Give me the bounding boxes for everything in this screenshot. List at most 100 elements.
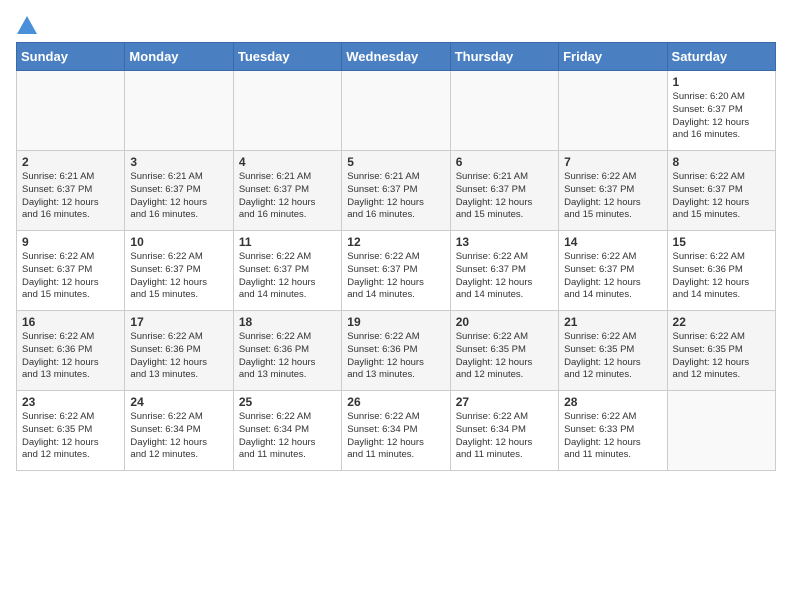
- calendar-cell: [17, 71, 125, 151]
- day-info: Sunrise: 6:22 AM Sunset: 6:36 PM Dayligh…: [347, 331, 444, 382]
- day-header-monday: Monday: [125, 43, 233, 71]
- day-info: Sunrise: 6:21 AM Sunset: 6:37 PM Dayligh…: [347, 171, 444, 222]
- day-number: 1: [673, 75, 770, 89]
- calendar-cell: 7 Sunrise: 6:22 AM Sunset: 6:37 PM Daylig…: [559, 151, 667, 231]
- day-number: 21: [564, 315, 661, 329]
- calendar-cell: 5 Sunrise: 6:21 AM Sunset: 6:37 PM Daylig…: [342, 151, 450, 231]
- day-info: Sunrise: 6:22 AM Sunset: 6:35 PM Dayligh…: [673, 331, 770, 382]
- day-info: Sunrise: 6:22 AM Sunset: 6:37 PM Dayligh…: [130, 251, 227, 302]
- day-info: Sunrise: 6:22 AM Sunset: 6:34 PM Dayligh…: [347, 411, 444, 462]
- day-number: 8: [673, 155, 770, 169]
- day-number: 15: [673, 235, 770, 249]
- calendar-cell: 22 Sunrise: 6:22 AM Sunset: 6:35 PM Dayli…: [667, 311, 775, 391]
- calendar-cell: 16 Sunrise: 6:22 AM Sunset: 6:36 PM Dayli…: [17, 311, 125, 391]
- day-header-thursday: Thursday: [450, 43, 558, 71]
- calendar-cell: 17 Sunrise: 6:22 AM Sunset: 6:36 PM Dayli…: [125, 311, 233, 391]
- day-number: 2: [22, 155, 119, 169]
- calendar-cell: 15Sunrise: 6:22 AM Sunset: 6:36 PM Dayli…: [667, 231, 775, 311]
- day-info: Sunrise: 6:22 AM Sunset: 6:37 PM Dayligh…: [347, 251, 444, 302]
- day-info: Sunrise: 6:22 AM Sunset: 6:37 PM Dayligh…: [239, 251, 336, 302]
- day-number: 11: [239, 235, 336, 249]
- calendar-cell: 2 Sunrise: 6:21 AM Sunset: 6:37 PM Daylig…: [17, 151, 125, 231]
- day-info: Sunrise: 6:22 AM Sunset: 6:35 PM Dayligh…: [22, 411, 119, 462]
- logo: [16, 16, 42, 34]
- calendar-week-2: 2 Sunrise: 6:21 AM Sunset: 6:37 PM Daylig…: [17, 151, 776, 231]
- calendar-cell: [342, 71, 450, 151]
- day-number: 5: [347, 155, 444, 169]
- calendar-cell: 1 Sunrise: 6:20 AM Sunset: 6:37 PM Daylig…: [667, 71, 775, 151]
- calendar-week-5: 23 Sunrise: 6:22 AM Sunset: 6:35 PM Dayli…: [17, 391, 776, 471]
- calendar-cell: 14 Sunrise: 6:22 AM Sunset: 6:37 PM Dayli…: [559, 231, 667, 311]
- day-info: Sunrise: 6:21 AM Sunset: 6:37 PM Dayligh…: [22, 171, 119, 222]
- day-info: Sunrise: 6:22 AM Sunset: 6:35 PM Dayligh…: [564, 331, 661, 382]
- calendar-cell: 12 Sunrise: 6:22 AM Sunset: 6:37 PM Dayli…: [342, 231, 450, 311]
- day-header-sunday: Sunday: [17, 43, 125, 71]
- calendar-cell: 28 Sunrise: 6:22 AM Sunset: 6:33 PM Dayli…: [559, 391, 667, 471]
- calendar-cell: 4 Sunrise: 6:21 AM Sunset: 6:37 PM Daylig…: [233, 151, 341, 231]
- day-info: Sunrise: 6:22 AM Sunset: 6:33 PM Dayligh…: [564, 411, 661, 462]
- calendar-week-4: 16 Sunrise: 6:22 AM Sunset: 6:36 PM Dayli…: [17, 311, 776, 391]
- day-number: 10: [130, 235, 227, 249]
- day-number: 16: [22, 315, 119, 329]
- day-number: 28: [564, 395, 661, 409]
- calendar-cell: 24 Sunrise: 6:22 AM Sunset: 6:34 PM Dayli…: [125, 391, 233, 471]
- day-info: Sunrise: 6:22 AM Sunset: 6:34 PM Dayligh…: [130, 411, 227, 462]
- day-number: 25: [239, 395, 336, 409]
- day-header-wednesday: Wednesday: [342, 43, 450, 71]
- day-info: Sunrise: 6:21 AM Sunset: 6:37 PM Dayligh…: [456, 171, 553, 222]
- calendar-cell: 18 Sunrise: 6:22 AM Sunset: 6:36 PM Dayli…: [233, 311, 341, 391]
- calendar-cell: 19Sunrise: 6:22 AM Sunset: 6:36 PM Dayli…: [342, 311, 450, 391]
- day-number: 12: [347, 235, 444, 249]
- day-number: 20: [456, 315, 553, 329]
- day-info: Sunrise: 6:22 AM Sunset: 6:37 PM Dayligh…: [456, 251, 553, 302]
- calendar-cell: [233, 71, 341, 151]
- day-header-saturday: Saturday: [667, 43, 775, 71]
- day-number: 3: [130, 155, 227, 169]
- day-number: 4: [239, 155, 336, 169]
- day-number: 27: [456, 395, 553, 409]
- day-info: Sunrise: 6:20 AM Sunset: 6:37 PM Dayligh…: [673, 91, 770, 142]
- calendar-cell: 10 Sunrise: 6:22 AM Sunset: 6:37 PM Dayli…: [125, 231, 233, 311]
- day-number: 22: [673, 315, 770, 329]
- day-header-friday: Friday: [559, 43, 667, 71]
- calendar-cell: 13 Sunrise: 6:22 AM Sunset: 6:37 PM Dayli…: [450, 231, 558, 311]
- day-info: Sunrise: 6:22 AM Sunset: 6:37 PM Dayligh…: [564, 251, 661, 302]
- day-number: 17: [130, 315, 227, 329]
- day-number: 24: [130, 395, 227, 409]
- calendar-cell: [450, 71, 558, 151]
- calendar-cell: 9Sunrise: 6:22 AM Sunset: 6:37 PM Daylig…: [17, 231, 125, 311]
- day-info: Sunrise: 6:22 AM Sunset: 6:36 PM Dayligh…: [239, 331, 336, 382]
- day-number: 14: [564, 235, 661, 249]
- day-info: Sunrise: 6:21 AM Sunset: 6:37 PM Dayligh…: [130, 171, 227, 222]
- calendar-cell: 21 Sunrise: 6:22 AM Sunset: 6:35 PM Dayli…: [559, 311, 667, 391]
- calendar-cell: 25 Sunrise: 6:22 AM Sunset: 6:34 PM Dayli…: [233, 391, 341, 471]
- calendar-week-3: 9 Sunrise: 6:22 AM Sunset: 6:37 PM Daylig…: [17, 231, 776, 311]
- day-info: Sunrise: 6:21 AM Sunset: 6:37 PM Dayligh…: [239, 171, 336, 222]
- calendar-week-1: 1 Sunrise: 6:20 AM Sunset: 6:37 PM Daylig…: [17, 71, 776, 151]
- calendar-cell: 11 Sunrise: 6:22 AM Sunset: 6:37 PM Dayli…: [233, 231, 341, 311]
- day-number: 18: [239, 315, 336, 329]
- day-info: Sunrise: 6:22 AM Sunset: 6:34 PM Dayligh…: [239, 411, 336, 462]
- day-number: 9: [22, 235, 119, 249]
- day-info: Sunrise: 6:22 AM Sunset: 6:36 PM Dayligh…: [22, 331, 119, 382]
- calendar-cell: 8 Sunrise: 6:22 AM Sunset: 6:37 PM Daylig…: [667, 151, 775, 231]
- day-number: 23: [22, 395, 119, 409]
- day-info: Sunrise: 6:22 AM Sunset: 6:37 PM Dayligh…: [564, 171, 661, 222]
- calendar-cell: 6 Sunrise: 6:21 AM Sunset: 6:37 PM Daylig…: [450, 151, 558, 231]
- calendar-cell: [559, 71, 667, 151]
- day-number: 26: [347, 395, 444, 409]
- day-number: 6: [456, 155, 553, 169]
- calendar-cell: 20Sunrise: 6:22 AM Sunset: 6:35 PM Dayli…: [450, 311, 558, 391]
- day-number: 7: [564, 155, 661, 169]
- day-info: Sunrise: 6:22 AM Sunset: 6:37 PM Dayligh…: [673, 171, 770, 222]
- day-info: Sunrise: 6:22 AM Sunset: 6:34 PM Dayligh…: [456, 411, 553, 462]
- calendar-cell: 26 Sunrise: 6:22 AM Sunset: 6:34 PM Dayli…: [342, 391, 450, 471]
- calendar-header-row: SundayMondayTuesdayWednesdayThursdayFrid…: [17, 43, 776, 71]
- logo-icon: [17, 16, 37, 34]
- calendar-cell: 23 Sunrise: 6:22 AM Sunset: 6:35 PM Dayli…: [17, 391, 125, 471]
- day-number: 13: [456, 235, 553, 249]
- calendar-cell: 27 Sunrise: 6:22 AM Sunset: 6:34 PM Dayli…: [450, 391, 558, 471]
- day-header-tuesday: Tuesday: [233, 43, 341, 71]
- day-info: Sunrise: 6:22 AM Sunset: 6:36 PM Dayligh…: [130, 331, 227, 382]
- calendar-cell: [125, 71, 233, 151]
